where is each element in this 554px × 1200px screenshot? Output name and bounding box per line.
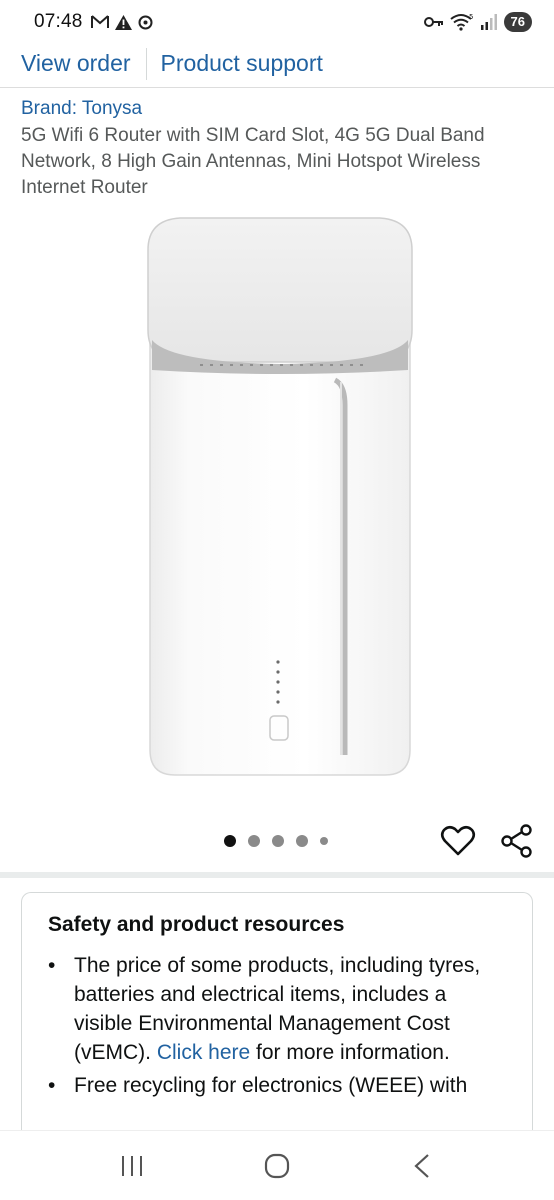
gmail-icon xyxy=(90,15,109,28)
home-button[interactable] xyxy=(257,1146,297,1186)
brand-link[interactable]: Brand: Tonysa xyxy=(21,98,142,120)
home-icon xyxy=(264,1153,290,1178)
resources-title: Safety and product resources xyxy=(48,913,345,936)
recent-apps-button[interactable] xyxy=(112,1146,152,1186)
status-left-icons xyxy=(90,14,153,30)
svg-text:5: 5 xyxy=(469,13,473,21)
weee-text: Free recycling for electronics (WEEE) wi… xyxy=(74,1074,468,1097)
status-right-icons: 5 76 xyxy=(423,12,532,32)
signal-icon xyxy=(480,14,497,30)
section-divider xyxy=(0,872,554,878)
list-item: • Free recycling for electronics (WEEE) … xyxy=(48,1071,508,1100)
view-order-link[interactable]: View order xyxy=(21,50,131,77)
list-item: • The price of some products, including … xyxy=(48,951,508,1067)
vemc-suffix: for more information. xyxy=(250,1041,450,1064)
wifi-icon: 5 xyxy=(449,13,473,31)
back-button[interactable] xyxy=(402,1146,442,1186)
heart-icon[interactable] xyxy=(440,823,476,859)
bullet-mark: • xyxy=(48,1074,56,1097)
carousel-dot-3[interactable] xyxy=(272,835,284,847)
share-icon[interactable] xyxy=(498,822,536,860)
alert-icon xyxy=(114,14,132,30)
product-support-link[interactable]: Product support xyxy=(161,50,323,77)
status-time: 07:48 xyxy=(34,11,83,32)
link-divider xyxy=(145,47,147,80)
click-here-link[interactable]: Click here xyxy=(157,1041,250,1064)
image-carousel-indicator[interactable] xyxy=(224,835,328,847)
carousel-dot-2[interactable] xyxy=(248,835,260,847)
bullet-text: The price of some products, including ty… xyxy=(74,951,508,1067)
key-icon xyxy=(423,17,443,27)
router-product-image[interactable] xyxy=(130,210,430,790)
battery-indicator: 76 xyxy=(503,12,532,32)
carousel-dot-1[interactable] xyxy=(224,835,236,847)
product-title: 5G Wifi 6 Router with SIM Card Slot, 4G … xyxy=(21,125,485,198)
bullet-mark: • xyxy=(48,954,56,977)
order-links-bar: View order Product support xyxy=(0,40,554,88)
carousel-dot-4[interactable] xyxy=(296,835,308,847)
status-bar: 07:48 5 76 xyxy=(0,0,554,44)
vpn-icon xyxy=(138,15,153,29)
back-icon xyxy=(414,1153,429,1178)
system-nav-bar xyxy=(0,1130,554,1200)
carousel-dot-5[interactable] xyxy=(320,837,328,845)
recent-apps-icon xyxy=(122,1155,143,1176)
